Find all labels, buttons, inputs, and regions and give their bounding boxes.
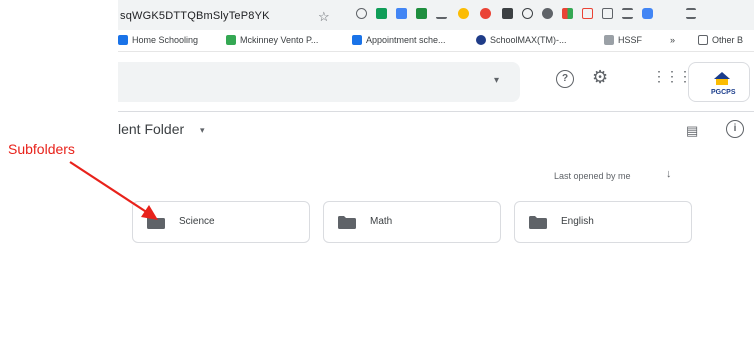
list-view-icon[interactable]: ▤ [686, 123, 698, 139]
gear-icon[interactable]: ⚙ [592, 67, 608, 88]
apps-grid-icon[interactable]: ⋮⋮⋮ [652, 68, 692, 85]
extension-list-icon[interactable] [622, 8, 633, 19]
bookmark-favicon-icon [352, 35, 362, 45]
folder-label: English [561, 216, 594, 227]
bookmark-favicon-icon [476, 35, 486, 45]
extension-classroom-icon[interactable] [416, 8, 427, 19]
extension-sheets-icon[interactable] [376, 8, 387, 19]
folder-menu-chevron-icon[interactable]: ▾ [200, 125, 205, 136]
org-logo-text: PGCPS [711, 89, 736, 96]
org-logo-icon [714, 72, 730, 85]
org-logo[interactable]: PGCPS [688, 62, 750, 102]
bookmark-mckinney-vento[interactable]: Mckinney Vento P... [226, 35, 318, 45]
folder-icon [147, 216, 165, 229]
bookmark-label: Appointment sche... [366, 35, 446, 45]
left-margin [0, 0, 118, 356]
bookmark-favicon-icon [226, 35, 236, 45]
bookmark-label: Mckinney Vento P... [240, 35, 319, 45]
folder-label: Science [179, 216, 215, 227]
bookmark-favicon-icon [604, 35, 614, 45]
bookmarks-bar: Home Schooling Mckinney Vento P... Appoi… [118, 30, 754, 52]
drive-header: ▾ ? ⚙ ⋮⋮⋮ PGCPS [118, 52, 754, 112]
search-options-chevron-icon[interactable]: ▾ [494, 75, 499, 86]
bookmark-hssf[interactable]: HSSF [604, 35, 642, 45]
bookmark-appointment[interactable]: Appointment sche... [352, 35, 446, 45]
bookmark-label: Home Schooling [132, 35, 199, 45]
folder-card-english[interactable]: English [514, 201, 692, 243]
address-bar-url: sqWGK5DTTQBmSlyTeP8YK [120, 10, 270, 22]
extension-shield-icon[interactable] [502, 8, 513, 19]
bookmark-home-schooling[interactable]: Home Schooling [118, 35, 198, 45]
extension-clock-icon[interactable] [356, 8, 367, 19]
sort-label[interactable]: Last opened by me [554, 171, 631, 181]
sort-direction-arrow-icon[interactable]: ↓ [666, 168, 672, 180]
bookmark-label: HSSF [618, 35, 643, 45]
browser-toolbar: sqWGK5DTTQBmSlyTeP8YK ☆ [118, 0, 754, 30]
search-input[interactable]: ▾ [118, 62, 520, 102]
bookmark-schoolmax[interactable]: SchoolMAX(TM)-... [476, 35, 567, 45]
folder-card-math[interactable]: Math [323, 201, 501, 243]
extension-docs-icon[interactable] [396, 8, 407, 19]
help-icon[interactable]: ? [556, 70, 574, 88]
annotation-label: Subfolders [8, 141, 75, 157]
folder-icon [338, 216, 356, 229]
folder-icon [529, 216, 547, 229]
folder-title[interactable]: lent Folder [118, 121, 184, 137]
extension-doc-icon[interactable] [602, 8, 613, 19]
bookmark-favicon-icon [118, 35, 128, 45]
folder-card-science[interactable]: Science [132, 201, 310, 243]
bookmark-star-icon[interactable]: ☆ [318, 9, 330, 25]
extension-pdf-icon[interactable] [582, 8, 593, 19]
folder-icon [698, 35, 708, 45]
bookmark-other[interactable]: Other B [698, 35, 743, 45]
extension-zoom-icon[interactable] [642, 8, 653, 19]
address-bar[interactable]: sqWGK5DTTQBmSlyTeP8YK ☆ [118, 3, 346, 27]
bookmark-label: SchoolMAX(TM)-... [490, 35, 567, 45]
info-icon[interactable]: i [726, 120, 744, 138]
folder-title-row: lent Folder ▾ ▤ i [118, 112, 754, 152]
extension-circle-icon[interactable] [542, 8, 553, 19]
extension-text-icon[interactable] [436, 8, 447, 19]
extension-grid-icon[interactable] [562, 8, 573, 19]
bookmark-label: Other B [712, 35, 744, 45]
bookmarks-overflow-icon[interactable]: » [670, 35, 675, 45]
extension-color-icon[interactable] [458, 8, 469, 19]
extension-badge-icon[interactable] [480, 8, 491, 19]
folder-label: Math [370, 216, 393, 227]
menu-icon[interactable] [686, 8, 696, 19]
extension-loop-icon[interactable] [522, 8, 533, 19]
